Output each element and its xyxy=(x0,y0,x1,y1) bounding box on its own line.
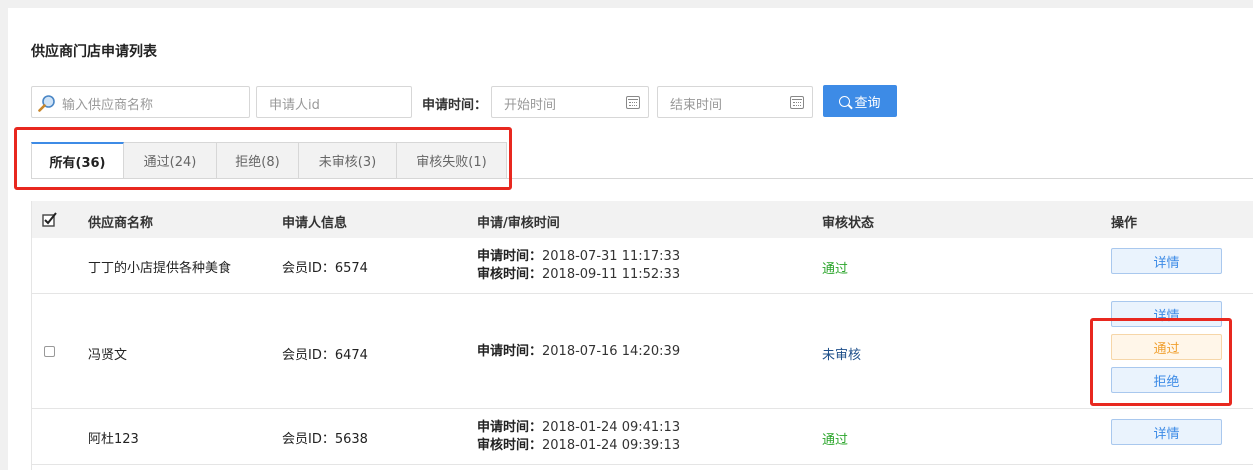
applicant-id-placeholder: 申请人id xyxy=(269,98,320,113)
apply-time-label: 申请时间： xyxy=(477,344,543,359)
apply-time: 2018-07-31 11:17:33 xyxy=(542,249,681,264)
select-all-checkbox-icon[interactable] xyxy=(42,212,57,227)
calendar-icon[interactable] xyxy=(790,96,804,109)
search-icon xyxy=(839,95,851,107)
column-header-time: 申请/审核时间 xyxy=(477,216,560,231)
review-time-label: 审核时间： xyxy=(477,267,543,282)
review-time: 2018-01-24 09:39:13 xyxy=(542,438,681,453)
applicant-info: 会员ID：6474 xyxy=(282,348,368,363)
end-time-input[interactable]: 结束时间 xyxy=(657,86,813,118)
start-time-placeholder: 开始时间 xyxy=(504,98,557,113)
content-panel: 供应商门店申请列表 输入供应商名称 申请人id 申请时间： 开始时间 结束时间 … xyxy=(8,8,1253,470)
time-info: 申请时间：2018-07-16 14:20:39 xyxy=(477,343,680,361)
table-row: 丁丁的小店提供各种美食 会员ID：6574 申请时间：2018-07-31 11… xyxy=(31,238,1253,294)
time-info: 申请时间：2018-01-24 09:41:13 审核时间：2018-01-24… xyxy=(477,419,680,455)
time-info: 申请时间：2018-07-31 11:17:33 审核时间：2018-09-11… xyxy=(477,248,680,284)
supplier-name-input[interactable]: 输入供应商名称 xyxy=(31,86,250,118)
review-time-label: 审核时间： xyxy=(477,438,543,453)
highlight-box-actions xyxy=(1090,318,1232,406)
review-time: 2018-09-11 11:52:33 xyxy=(542,267,681,282)
detail-button[interactable]: 详情 xyxy=(1111,248,1222,274)
page-title: 供应商门店申请列表 xyxy=(31,44,157,60)
table-row: 阿杜123 会员ID：5638 申请时间：2018-01-24 09:41:13… xyxy=(31,409,1253,465)
row-checkbox[interactable] xyxy=(44,346,55,357)
apply-time-label: 申请时间： xyxy=(477,420,543,435)
start-time-input[interactable]: 开始时间 xyxy=(491,86,649,118)
detail-button[interactable]: 详情 xyxy=(1111,419,1222,445)
column-header-status: 审核状态 xyxy=(822,216,875,231)
column-header-applicant: 申请人信息 xyxy=(282,216,348,231)
table-header: 供应商名称 申请人信息 申请/审核时间 审核状态 操作 xyxy=(31,201,1253,238)
supplier-name-placeholder: 输入供应商名称 xyxy=(62,98,154,113)
status-badge: 通过 xyxy=(822,433,849,448)
supplier-name: 阿杜123 xyxy=(88,432,139,447)
applicant-info: 会员ID：6574 xyxy=(282,261,368,276)
query-button-label: 查询 xyxy=(854,95,881,111)
applicant-id-input[interactable]: 申请人id xyxy=(256,86,412,118)
status-badge: 通过 xyxy=(822,262,849,277)
query-button[interactable]: 查询 xyxy=(823,85,897,117)
calendar-icon[interactable] xyxy=(626,96,640,109)
column-header-supplier: 供应商名称 xyxy=(88,216,154,231)
table-row: 冯贤文 会员ID：6474 申请时间：2018-07-16 14:20:39 未… xyxy=(31,294,1253,409)
status-badge: 未审核 xyxy=(822,348,862,363)
applicant-info: 会员ID：5638 xyxy=(282,432,368,447)
apply-time: 2018-07-16 14:20:39 xyxy=(542,344,681,359)
apply-time-label: 申请时间： xyxy=(477,249,543,264)
apply-time: 2018-01-24 09:41:13 xyxy=(542,420,681,435)
apply-time-label: 申请时间： xyxy=(422,98,488,113)
supplier-name: 冯贤文 xyxy=(88,348,128,363)
highlight-box-tabs xyxy=(14,127,512,190)
supplier-name: 丁丁的小店提供各种美食 xyxy=(88,261,232,276)
column-header-actions: 操作 xyxy=(1111,216,1138,231)
end-time-placeholder: 结束时间 xyxy=(670,98,723,113)
search-icon xyxy=(38,95,55,112)
